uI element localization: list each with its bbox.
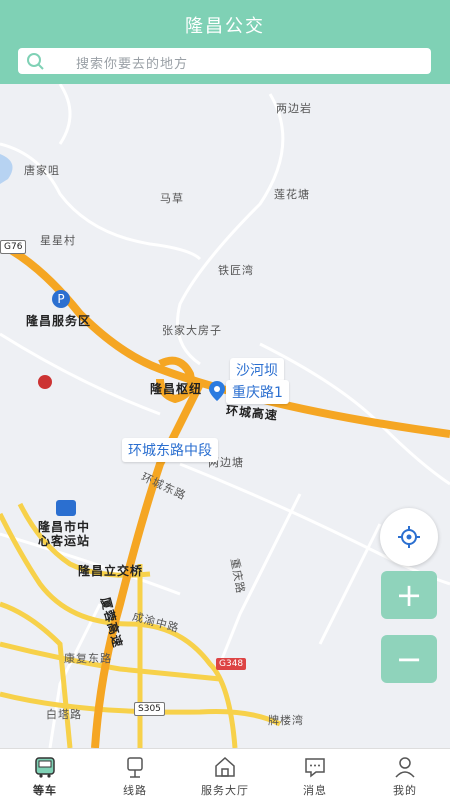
place-label: 莲花塘 — [274, 188, 310, 201]
place-label: 唐家咀 — [24, 164, 60, 177]
map-view[interactable]: 两边岩 唐家咀 马草 莲花塘 星星村 铁匠湾 隆昌服务区 P 张家大房子 隆昌枢… — [0, 84, 450, 748]
place-label: 马草 — [160, 192, 184, 205]
bus-stop-icon — [127, 757, 143, 778]
location-pin-icon[interactable] — [208, 380, 226, 402]
tab-mine[interactable]: 我的 — [360, 749, 450, 801]
tab-routes[interactable]: 线路 — [90, 749, 180, 801]
locate-button[interactable] — [380, 508, 438, 566]
bus-icon — [35, 757, 55, 778]
bottom-tab-bar: 等车 线路 服务大厅 消息 我的 — [0, 748, 450, 801]
tab-label: 线路 — [123, 784, 147, 797]
place-label: 铁匠湾 — [218, 264, 254, 277]
stop-callout[interactable]: 重庆路1 — [226, 380, 289, 404]
tab-label: 服务大厅 — [201, 784, 249, 797]
place-label: 隆昌服务区 — [26, 314, 92, 328]
zoom-in-button[interactable]: + — [381, 571, 437, 619]
search-input[interactable]: 搜索你要去的地方 — [76, 53, 188, 72]
place-label: 两边岩 — [276, 102, 312, 115]
stop-callout[interactable]: 沙河坝 — [230, 358, 284, 382]
message-icon — [305, 758, 325, 778]
zoom-out-button[interactable]: − — [381, 635, 437, 683]
bus-station-icon — [56, 500, 76, 516]
minus-icon: − — [395, 640, 423, 678]
search-bar[interactable]: 搜索你要去的地方 — [18, 48, 431, 74]
road-shield: G76 — [0, 240, 27, 254]
place-label: 隆昌市中心客运站 — [38, 520, 91, 548]
place-label: 隆昌枢纽 — [150, 382, 203, 396]
place-label: 隆昌立交桥 — [78, 564, 144, 578]
search-icon — [27, 53, 44, 70]
crosshair-icon — [398, 526, 420, 548]
tab-waiting[interactable]: 等车 — [0, 749, 90, 801]
place-label: 张家大房子 — [162, 324, 222, 337]
home-icon — [215, 756, 235, 777]
tab-messages[interactable]: 消息 — [270, 749, 360, 801]
parking-icon: P — [52, 290, 70, 308]
plus-icon: + — [395, 576, 423, 614]
road-label: 白塔路 — [46, 708, 82, 721]
stop-callout[interactable]: 环城东路中段 — [122, 438, 218, 462]
tab-service-hall[interactable]: 服务大厅 — [180, 749, 270, 801]
road-shield: S305 — [134, 702, 165, 716]
tab-label: 等车 — [33, 784, 57, 797]
river — [0, 154, 13, 184]
place-label: 星星村 — [40, 234, 76, 247]
tab-label: 我的 — [393, 784, 417, 797]
road-label: 康复东路 — [64, 652, 112, 665]
place-label: 牌楼湾 — [268, 714, 304, 727]
page-title: 隆昌公交 — [185, 16, 265, 37]
gas-station-icon — [38, 375, 52, 389]
user-icon — [395, 757, 415, 778]
app-header: 隆昌公交 搜索你要去的地方 — [0, 0, 450, 84]
road-shield: G348 — [216, 658, 247, 670]
tab-label: 消息 — [303, 784, 327, 797]
